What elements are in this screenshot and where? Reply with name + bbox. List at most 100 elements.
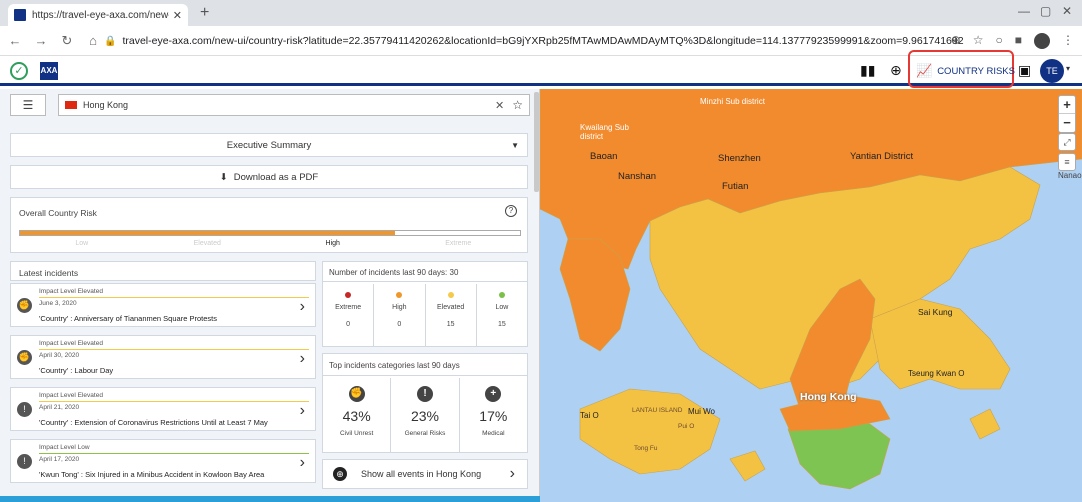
help-icon[interactable]: ? [505, 205, 517, 217]
incident-item[interactable]: ✊ Impact Level Elevated June 3, 2020 'Co… [10, 283, 316, 327]
fist-icon: ✊ [348, 386, 365, 402]
top-categories-title: Top incidents categories last 90 days [323, 354, 527, 376]
map-label-tseungkwan: Tseung Kwan O [908, 369, 965, 378]
map-label-minzhi: Minzhi Sub district [700, 97, 765, 106]
fullscreen-icon[interactable]: ⤢ [1058, 133, 1076, 151]
globe-icon: ⊕ [333, 467, 347, 481]
incident-item[interactable]: ✊ Impact Level Elevated April 30, 2020 '… [10, 335, 316, 379]
map-label-taio: Tai O [580, 411, 599, 420]
back-icon[interactable]: ← [4, 33, 26, 48]
risk-level-low: Low [75, 240, 89, 247]
map-label-saikung: Sai Kung [918, 307, 953, 317]
maximize-icon[interactable]: ▢ [1040, 4, 1051, 18]
incident-counts: Number of incidents last 90 days: 30 Ext… [322, 261, 528, 347]
close-window-icon[interactable]: ✕ [1062, 4, 1072, 18]
minimize-icon[interactable]: — [1018, 4, 1030, 18]
show-all-events-button[interactable]: ⊕ Show all events in Hong Kong › [322, 459, 528, 489]
tab-close-icon[interactable]: ✕ [173, 9, 182, 22]
zoom-in-button[interactable]: + [1059, 96, 1075, 114]
reload-icon[interactable]: ↻ [56, 33, 78, 49]
browser-tab[interactable]: https://travel-eye-axa.com/new- ✕ [8, 4, 188, 26]
country-risks-button[interactable]: 📈 COUNTRY RISKS [916, 63, 1015, 79]
map-label-shenzhen: Shenzhen [718, 153, 761, 164]
download-label: Download as a PDF [233, 171, 319, 183]
chevron-right-icon: › [299, 454, 305, 471]
exclamation-icon: ! [17, 402, 32, 417]
map-icon[interactable]: ▮▮ [860, 62, 875, 79]
count-label: Low [495, 304, 509, 311]
avatar[interactable]: TE [1040, 59, 1064, 83]
category-pct: 43% [342, 408, 371, 424]
map-label-hongkong: Hong Kong [800, 391, 857, 403]
top-categories: Top incidents categories last 90 days ✊ … [322, 353, 528, 453]
map-label-muiwo: Mui Wo [688, 407, 715, 416]
incident-item[interactable]: ! Impact Level Elevated April 21, 2020 '… [10, 387, 316, 431]
extension2-icon[interactable]: ■ [1015, 33, 1022, 49]
map-label-tongfu: Tong Fu [634, 445, 658, 452]
extension-icon[interactable]: ○ [996, 33, 1003, 49]
browser-tab-strip: https://travel-eye-axa.com/new- ✕ + — ▢ … [0, 0, 1082, 26]
menu-button[interactable]: ☰ [10, 94, 46, 116]
left-panel: ☰ Hong Kong ✕ ☆ Executive Summary ▼ ⬇ Do… [0, 89, 540, 502]
new-tab-icon[interactable]: + [200, 4, 209, 22]
layers-icon[interactable]: ≡ [1058, 153, 1076, 171]
download-pdf-button[interactable]: ⬇ Download as a PDF [10, 165, 528, 189]
incident-level: Impact Level Elevated [39, 340, 103, 347]
dropdown-caret-icon: ▼ [511, 141, 519, 150]
category-civil-unrest: ✊ 43% Civil Unrest [323, 378, 392, 452]
print-icon[interactable]: ▣ [1018, 62, 1031, 79]
home-icon[interactable]: ⌂ [82, 33, 104, 48]
incident-date: April 17, 2020 [39, 456, 80, 463]
risk-level-high: High [325, 240, 340, 247]
incident-date: June 3, 2020 [39, 300, 77, 307]
count-extreme: Extreme 0 [323, 284, 375, 346]
map-label-kwailang: Kwailang Sub district [580, 123, 629, 141]
medical-cross-icon: + [485, 386, 502, 402]
clear-icon[interactable]: ✕ [495, 99, 504, 112]
map-label-puio: Pui O [678, 423, 695, 430]
fist-icon: ✊ [17, 298, 32, 313]
category-general-risks: ! 23% General Risks [391, 378, 460, 452]
screen: https://travel-eye-axa.com/new- ✕ + — ▢ … [0, 0, 1082, 502]
incident-title: 'Country' : Anniversary of Tiananmen Squ… [39, 314, 217, 323]
lock-icon: 🔒 [104, 35, 117, 47]
count-label: Extreme [335, 304, 362, 311]
favorite-star-icon[interactable]: ☆ [512, 98, 523, 112]
risk-bar-fill [20, 231, 395, 235]
fist-icon: ✊ [17, 350, 32, 365]
chevron-right-icon: › [509, 465, 515, 482]
risk-map[interactable]: Minzhi Sub district Kwailang Sub distric… [540, 89, 1082, 502]
incident-item[interactable]: ! Impact Level Low April 17, 2020 'Kwun … [10, 439, 316, 483]
category-medical: + 17% Medical [460, 378, 527, 452]
country-risks-label: COUNTRY RISKS [937, 65, 1015, 77]
island-region [729, 450, 766, 482]
search-row: ☰ Hong Kong ✕ ☆ [10, 94, 530, 116]
bookmark-star-icon[interactable]: ☆ [973, 33, 984, 49]
category-label: Medical [482, 430, 505, 437]
elevated-dot-icon [447, 292, 454, 298]
toolbar-icons: ⊕ ☆ ○ ■ ⋮ [951, 33, 1074, 49]
axa-logo[interactable]: AXA [40, 62, 58, 80]
executive-summary-dropdown[interactable]: Executive Summary ▼ [10, 133, 528, 157]
avatar-caret-icon[interactable]: ▾ [1066, 64, 1070, 73]
country-search-input[interactable]: Hong Kong ✕ ☆ [58, 94, 530, 116]
menu-dots-icon[interactable]: ⋮ [1062, 33, 1074, 49]
globe-icon[interactable]: ⊕ [890, 62, 902, 79]
check-circle-icon[interactable]: ✓ [10, 62, 28, 80]
map-label-nanao: Nanao [1058, 171, 1082, 180]
count-label: Elevated [437, 304, 465, 311]
url-input[interactable]: 🔒 travel-eye-axa.com/new-ui/country-risk… [104, 31, 964, 51]
map-canvas [540, 89, 1082, 490]
zoom-icon[interactable]: ⊕ [951, 33, 961, 49]
map-label-futian: Futian [722, 181, 749, 192]
chevron-right-icon: › [299, 402, 305, 419]
incident-title: 'Country' : Labour Day [39, 366, 114, 375]
profile-icon[interactable] [1034, 33, 1050, 49]
left-panel-scrollbar[interactable] [534, 92, 539, 192]
chevron-right-icon: › [299, 350, 305, 367]
count-value: 0 [346, 321, 351, 328]
zoom-out-button[interactable]: − [1059, 114, 1075, 132]
forward-icon[interactable]: → [30, 33, 52, 48]
incident-level-line [39, 401, 309, 402]
incident-level-line [39, 349, 309, 350]
